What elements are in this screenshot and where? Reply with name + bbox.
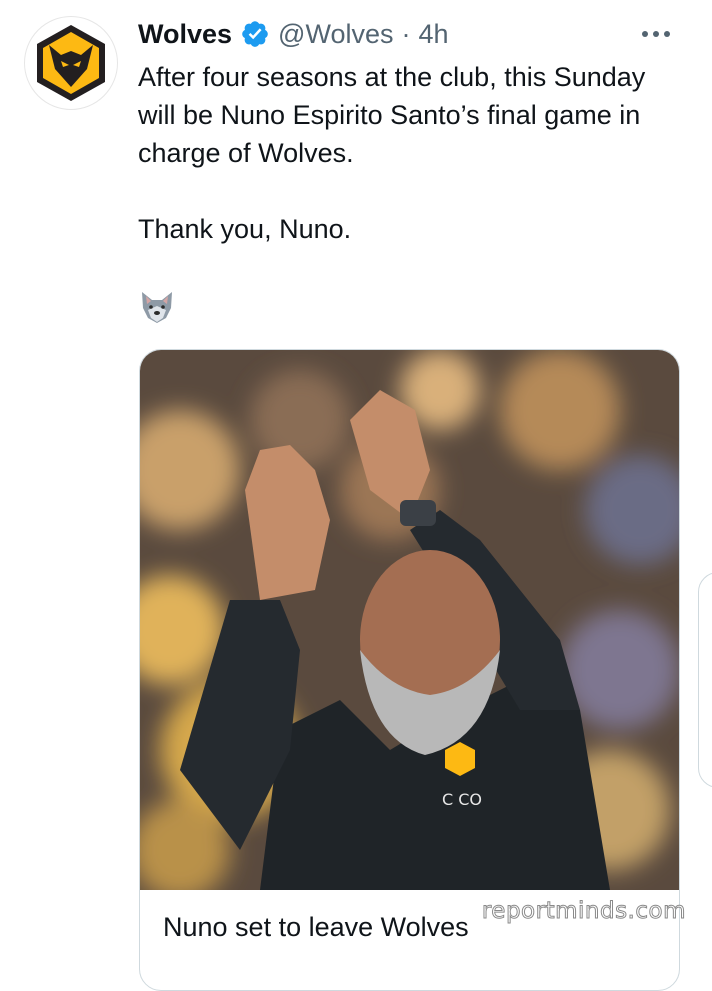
wolf-face-icon (138, 288, 176, 326)
svg-text:C CO: C CO (442, 790, 482, 809)
link-card[interactable]: C CO Nuno set to leave Wolves (139, 349, 680, 991)
more-options-button[interactable] (636, 16, 676, 52)
more-options-icon (642, 31, 670, 37)
wolves-avatar[interactable] (24, 16, 118, 110)
display-name[interactable]: Wolves (138, 19, 232, 50)
tweet-header: Wolves @Wolves · 4h (138, 14, 688, 54)
watermark: reportminds.com (481, 898, 686, 925)
card-photo: C CO (140, 350, 679, 890)
card-title[interactable]: Nuno set to leave Wolves (163, 912, 469, 943)
adjacent-card-edge[interactable] (698, 572, 712, 788)
user-handle[interactable]: @Wolves (278, 19, 393, 50)
timestamp[interactable]: 4h (418, 19, 448, 50)
verified-badge-icon (242, 21, 268, 47)
wolves-logo-icon (37, 25, 105, 101)
tweet-text: After four seasons at the club, this Sun… (138, 62, 646, 244)
separator-dot: · (401, 18, 411, 49)
